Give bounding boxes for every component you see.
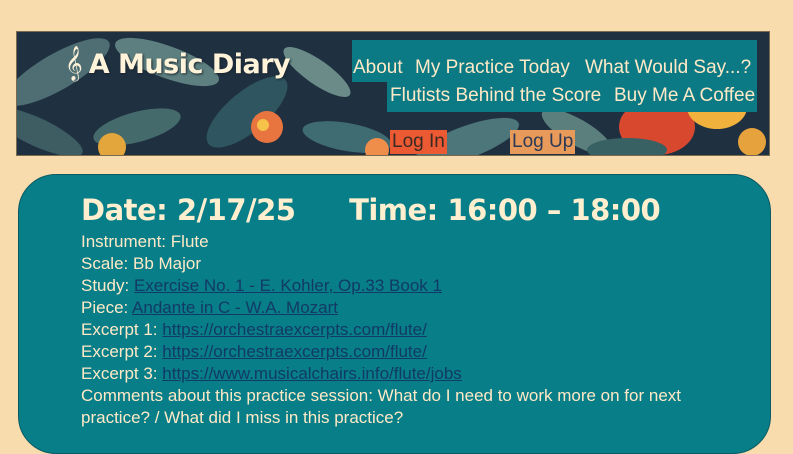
scale-row: Scale: Bb Major xyxy=(81,253,741,275)
site-logo[interactable]: 𝄞 A Music Diary xyxy=(65,44,291,84)
excerpt-2-row: Excerpt 2: https://orchestraexcerpts.com… xyxy=(81,341,741,363)
instrument-row: Instrument: Flute xyxy=(81,231,741,253)
practice-details: Instrument: Flute Scale: Bb Major Study:… xyxy=(81,231,741,429)
date-value: 2/17/25 xyxy=(176,193,296,227)
study-row: Study: Exercise No. 1 - E. Kohler, Op.33… xyxy=(81,275,741,297)
study-label: Study: xyxy=(81,276,130,295)
excerpt-2-link[interactable]: https://orchestraexcerpts.com/flute/ xyxy=(162,342,427,361)
piece-label: Piece: xyxy=(81,298,129,317)
nav-flutists-behind-the-score[interactable]: Flutists Behind the Score xyxy=(390,85,601,107)
excerpt-3-link[interactable]: https://www.musicalchairs.info/flute/job… xyxy=(162,364,462,383)
nav-buy-me-a-coffee[interactable]: Buy Me A Coffee xyxy=(614,85,755,107)
excerpt-1-label: Excerpt 1: xyxy=(81,320,158,339)
excerpt-2-label: Excerpt 2: xyxy=(81,342,158,361)
nav-row-1: About My Practice Today What Would Say..… xyxy=(352,40,757,82)
login-button[interactable]: Log In xyxy=(390,130,447,154)
instrument-label: Instrument: xyxy=(81,232,167,251)
main-nav: About My Practice Today What Would Say..… xyxy=(352,40,757,112)
date-time-heading: Date: 2/17/25 Time: 16:00 – 18:00 xyxy=(81,193,661,233)
header-banner: 𝄞 A Music Diary About My Practice Today … xyxy=(16,31,770,156)
site-title: A Music Diary xyxy=(88,48,291,80)
treble-clef-icon: 𝄞 xyxy=(65,46,83,81)
instrument-value: Flute xyxy=(170,232,209,251)
time-value: 16:00 – 18:00 xyxy=(447,193,661,227)
practice-entry-card: Date: 2/17/25 Time: 16:00 – 18:00 Instru… xyxy=(18,174,771,454)
session-comments: Comments about this practice session: Wh… xyxy=(81,386,682,427)
nav-row-2: Flutists Behind the Score Buy Me A Coffe… xyxy=(387,82,757,112)
date-label: Date: xyxy=(81,193,168,227)
logup-button[interactable]: Log Up xyxy=(510,130,576,154)
excerpt-3-row: Excerpt 3: https://www.musicalchairs.inf… xyxy=(81,363,741,385)
piece-link[interactable]: Andante in C - W.A. Mozart xyxy=(132,298,338,317)
nav-what-would-say[interactable]: What Would Say...? xyxy=(585,57,751,79)
nav-my-practice-today[interactable]: My Practice Today xyxy=(415,57,570,79)
scale-value: Bb Major xyxy=(132,254,202,273)
study-link[interactable]: Exercise No. 1 - E. Kohler, Op.33 Book 1 xyxy=(134,276,442,295)
excerpt-1-link[interactable]: https://orchestraexcerpts.com/flute/ xyxy=(162,320,427,339)
time-label: Time: xyxy=(349,193,438,227)
scale-label: Scale: xyxy=(81,254,129,273)
excerpt-1-row: Excerpt 1: https://orchestraexcerpts.com… xyxy=(81,319,741,341)
piece-row: Piece: Andante in C - W.A. Mozart xyxy=(81,297,741,319)
excerpt-3-label: Excerpt 3: xyxy=(81,364,158,383)
nav-about[interactable]: About xyxy=(353,57,403,79)
